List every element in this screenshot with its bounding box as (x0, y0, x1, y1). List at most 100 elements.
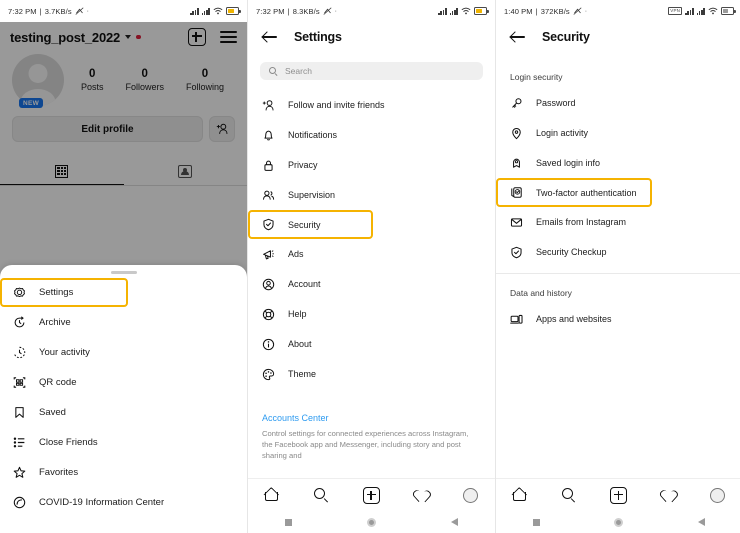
sheet-item-favorites[interactable]: Favorites (0, 457, 247, 487)
search-icon[interactable] (314, 488, 329, 503)
security-item-apps-websites[interactable]: Apps and websites (496, 304, 740, 334)
status-bar-panel2: 7:32 PM | 8.3KB/s · (248, 0, 495, 22)
system-nav-panel2 (248, 511, 495, 533)
profile-avatar-icon[interactable] (710, 488, 725, 503)
security-item-label: Security Checkup (536, 247, 607, 257)
stat-followers[interactable]: 0 Followers (125, 67, 164, 94)
tab-grid[interactable] (0, 158, 124, 185)
status-dot: · (87, 8, 89, 15)
grid-icon (55, 165, 68, 178)
security-item-label: Saved login info (536, 158, 600, 168)
chevron-down-icon[interactable] (125, 35, 131, 39)
settings-item-notifications[interactable]: Notifications (248, 120, 495, 150)
sheet-item-close-friends[interactable]: Close Friends (0, 427, 247, 457)
settings-item-label: Privacy (288, 160, 318, 170)
sheet-item-settings[interactable]: Settings (0, 278, 128, 307)
sheet-item-covid-info[interactable]: COVID-19 Information Center (0, 487, 247, 517)
covid-icon (13, 496, 26, 509)
back-arrow-icon[interactable] (262, 31, 278, 43)
panel-security: 1:40 PM | 372KB/s · VPN Security (495, 0, 740, 533)
signal-icon (190, 7, 198, 15)
security-item-password[interactable]: Password (496, 88, 740, 118)
sheet-item-archive[interactable]: Archive (0, 307, 247, 337)
data-off-icon (323, 7, 332, 16)
add-post-icon[interactable] (363, 487, 380, 504)
home-icon[interactable] (513, 488, 528, 502)
star-icon (13, 466, 26, 479)
security-item-login-activity[interactable]: Login activity (496, 118, 740, 148)
status-right (438, 7, 487, 15)
settings-item-help[interactable]: Help (248, 299, 495, 329)
security-item-security-checkup[interactable]: Security Checkup (496, 237, 740, 267)
login-security-list: Password Login activity Saved login info (496, 88, 740, 267)
profile-avatar-icon[interactable] (463, 488, 478, 503)
settings-item-privacy[interactable]: Privacy (248, 150, 495, 180)
triangle-back-icon[interactable] (698, 518, 705, 526)
status-sep: | (40, 7, 42, 16)
add-post-icon[interactable] (610, 487, 627, 504)
security-item-saved-login-info[interactable]: Saved login info (496, 148, 740, 178)
stat-value: 0 (125, 67, 164, 81)
stat-following[interactable]: 0 Following (186, 67, 224, 94)
sheet-item-label: Saved (39, 407, 66, 418)
stat-label: Followers (125, 81, 164, 94)
sheet-item-your-activity[interactable]: Your activity (0, 337, 247, 367)
status-bar-panel1: 7:32 PM | 3.7KB/s · (0, 0, 247, 22)
profile-tabs (0, 158, 247, 186)
lifebuoy-icon (262, 308, 275, 321)
username-dropdown[interactable]: testing_post_2022 (10, 30, 141, 45)
avatar[interactable]: NEW (12, 54, 64, 106)
status-sep: | (536, 7, 538, 16)
add-person-icon (216, 123, 229, 135)
edit-profile-button[interactable]: Edit profile (12, 116, 203, 142)
settings-item-label: Security (288, 220, 321, 230)
settings-item-follow-invite[interactable]: Follow and invite friends (248, 90, 495, 120)
search-icon[interactable] (562, 488, 577, 503)
plus-box-icon[interactable] (188, 28, 206, 46)
security-item-two-factor[interactable]: Two-factor authentication (496, 178, 652, 207)
status-time: 7:32 PM (8, 7, 37, 16)
accounts-center-block: Accounts Center Control settings for con… (248, 413, 495, 461)
search-input[interactable]: Search (260, 62, 483, 80)
qr-code-icon (13, 376, 26, 389)
new-badge: NEW (19, 98, 43, 108)
status-netspeed: 372KB/s (541, 7, 570, 16)
tab-tagged[interactable] (124, 158, 248, 184)
security-item-emails-from-instagram[interactable]: Emails from Instagram (496, 207, 740, 237)
settings-item-about[interactable]: About (248, 329, 495, 359)
mail-icon (510, 216, 523, 229)
tagged-icon (178, 165, 192, 178)
back-arrow-icon[interactable] (510, 31, 526, 43)
key-icon (510, 97, 523, 110)
add-person-button[interactable] (209, 116, 235, 142)
stat-posts[interactable]: 0 Posts (81, 67, 104, 94)
circle-icon[interactable] (367, 518, 376, 527)
settings-item-label: Follow and invite friends (288, 100, 385, 110)
triangle-back-icon[interactable] (451, 518, 458, 526)
hamburger-icon[interactable] (220, 31, 237, 43)
heart-icon[interactable] (414, 488, 429, 502)
page-title: Settings (294, 30, 342, 44)
circle-icon[interactable] (614, 518, 623, 527)
sheet-item-saved[interactable]: Saved (0, 397, 247, 427)
status-netspeed: 8.3KB/s (293, 7, 320, 16)
settings-item-label: About (288, 339, 312, 349)
status-right (190, 7, 239, 15)
home-icon[interactable] (265, 488, 280, 502)
settings-item-account[interactable]: Account (248, 269, 495, 299)
square-icon[interactable] (285, 519, 292, 526)
wifi-icon (213, 7, 223, 15)
instagram-nav-panel2 (248, 478, 495, 511)
heart-icon[interactable] (661, 488, 676, 502)
section-divider (496, 273, 740, 274)
square-icon[interactable] (533, 519, 540, 526)
settings-item-ads[interactable]: Ads (248, 239, 495, 269)
profile-header: testing_post_2022 (0, 22, 247, 50)
settings-item-security[interactable]: Security (248, 210, 373, 239)
saved-login-icon (510, 157, 523, 170)
settings-item-supervision[interactable]: Supervision (248, 180, 495, 210)
settings-item-theme[interactable]: Theme (248, 359, 495, 389)
status-right: VPN (668, 7, 734, 15)
accounts-center-link[interactable]: Accounts Center (248, 413, 495, 423)
sheet-item-qr-code[interactable]: QR code (0, 367, 247, 397)
